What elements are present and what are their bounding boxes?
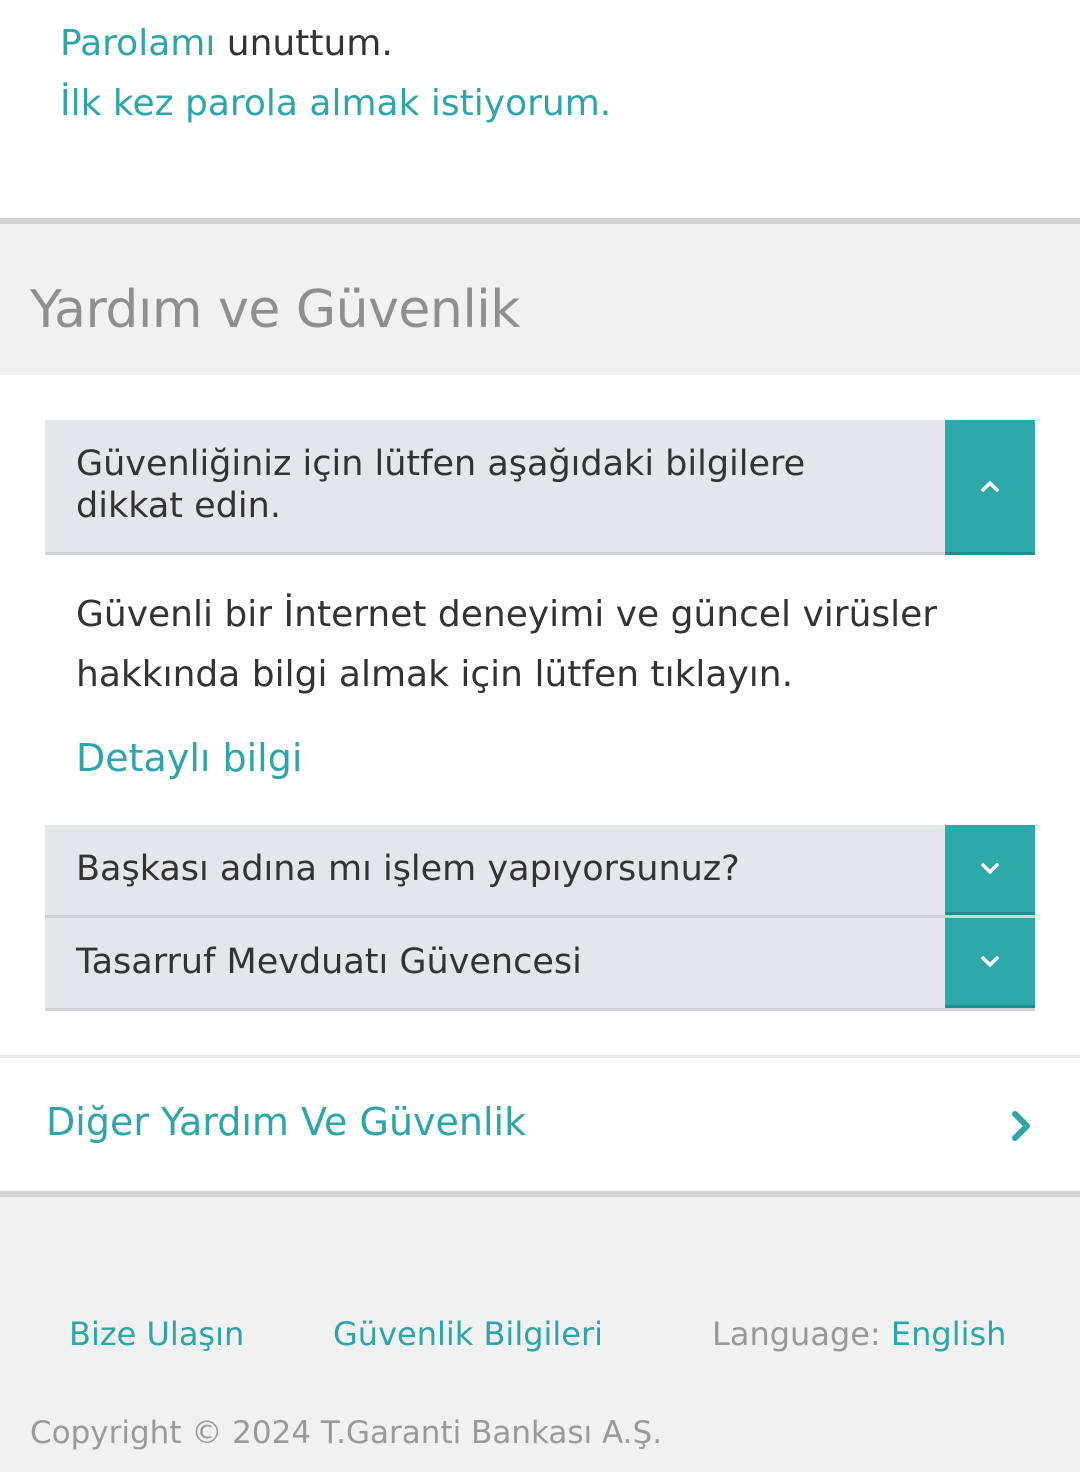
- copyright-text: Copyright © 2024 T.Garanti Bankası A.Ş.: [30, 1415, 663, 1451]
- accordion-content-line-2: hakkında bilgi almak için lütfen tıklayı…: [76, 654, 794, 695]
- accordion-deposit-insurance[interactable]: Tasarruf Mevduatı Güvencesi: [45, 918, 1035, 1011]
- security-info-link[interactable]: Güvenlik Bilgileri: [333, 1315, 603, 1353]
- accordion-title-line-2: dikkat edin.: [76, 486, 281, 526]
- accordion-acting-on-behalf[interactable]: Başkası adına mı işlem yapıyorsunuz?: [45, 825, 1035, 918]
- detail-info-link[interactable]: Detaylı bilgi: [76, 736, 302, 780]
- accordion-title: Tasarruf Mevduatı Güvencesi: [76, 942, 582, 982]
- accordion-title: Güvenliğiniz için lütfen aşağıdaki bilgi…: [76, 443, 805, 527]
- chevron-right-icon: [1012, 1111, 1030, 1141]
- accordion-security-info[interactable]: Güvenliğiniz için lütfen aşağıdaki bilgi…: [45, 420, 1035, 555]
- forgot-password-suffix: unuttum.: [215, 23, 393, 64]
- chevron-down-icon: [981, 955, 999, 967]
- language-label: Language:: [712, 1315, 891, 1353]
- accordion-expand-button[interactable]: [945, 825, 1035, 915]
- forgot-password-line: Parolamı unuttum.: [60, 14, 611, 74]
- help-security-header: Yardım ve Güvenlik: [0, 224, 1080, 375]
- other-help-security-label: Diğer Yardım Ve Güvenlik: [46, 1100, 527, 1144]
- contact-us-link[interactable]: Bize Ulaşın: [69, 1315, 244, 1353]
- language-english-link[interactable]: English: [891, 1315, 1007, 1353]
- footer: Bize Ulaşın Güvenlik Bilgileri Language:…: [0, 1197, 1080, 1472]
- language-selector: Language: English: [712, 1315, 1006, 1353]
- first-time-password-link[interactable]: İlk kez parola almak istiyorum.: [60, 74, 611, 134]
- accordion-title: Başkası adına mı işlem yapıyorsunuz?: [76, 849, 740, 889]
- login-help-links: Parolamı unuttum. İlk kez parola almak i…: [60, 14, 611, 134]
- chevron-down-icon: [981, 862, 999, 874]
- accordion-expand-button[interactable]: [945, 918, 1035, 1008]
- chevron-up-icon: [981, 481, 999, 492]
- accordion-collapse-button[interactable]: [945, 420, 1035, 555]
- accordion-title-line-1: Güvenliğiniz için lütfen aşağıdaki bilgi…: [76, 444, 806, 484]
- section-title: Yardım ve Güvenlik: [30, 280, 520, 340]
- other-help-security-row[interactable]: Diğer Yardım Ve Güvenlik: [0, 1058, 1080, 1191]
- forgot-password-link[interactable]: Parolamı: [60, 23, 215, 64]
- accordion-content: Güvenli bir İnternet deneyimi ve güncel …: [76, 585, 976, 705]
- accordion-content-line-1: Güvenli bir İnternet deneyimi ve güncel …: [76, 594, 938, 635]
